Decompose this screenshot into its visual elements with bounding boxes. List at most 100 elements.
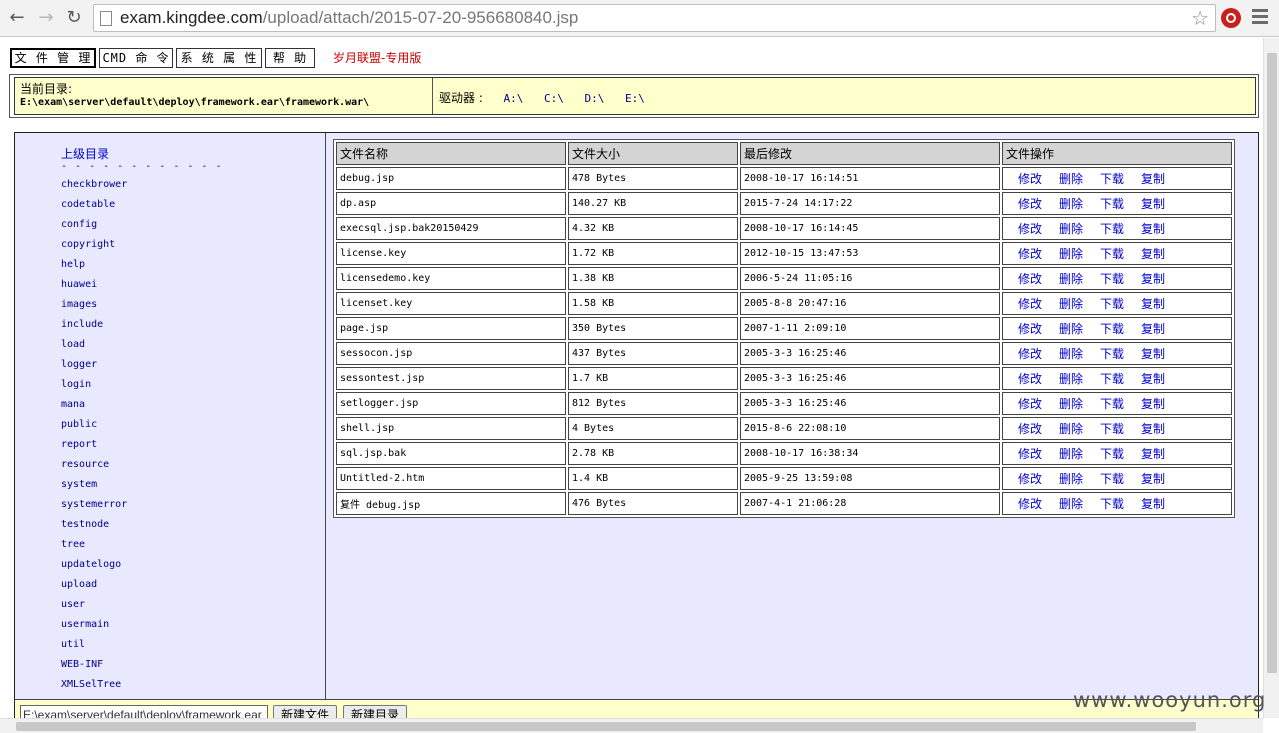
- delete-link[interactable]: 删除: [1059, 322, 1083, 336]
- copy-link[interactable]: 复制: [1141, 197, 1165, 211]
- edit-link[interactable]: 修改: [1018, 247, 1042, 261]
- download-link[interactable]: 下载: [1100, 322, 1124, 336]
- directory-link[interactable]: login: [61, 375, 127, 395]
- copy-link[interactable]: 复制: [1141, 472, 1165, 486]
- vertical-scroll-thumb[interactable]: [1267, 53, 1277, 673]
- directory-link[interactable]: help: [61, 255, 127, 275]
- copy-link[interactable]: 复制: [1141, 347, 1165, 361]
- horizontal-scrollbar[interactable]: [0, 718, 1263, 733]
- download-link[interactable]: 下载: [1100, 172, 1124, 186]
- edit-link[interactable]: 修改: [1018, 397, 1042, 411]
- directory-link[interactable]: load: [61, 335, 127, 355]
- directory-link[interactable]: systemerror: [61, 495, 127, 515]
- bookmark-star-icon[interactable]: ☆: [1191, 6, 1209, 30]
- cmd-command-button[interactable]: CMD 命 令: [99, 48, 173, 68]
- browser-menu-icon[interactable]: [1252, 9, 1268, 27]
- new-file-button[interactable]: 新建文件: [273, 705, 338, 718]
- download-link[interactable]: 下载: [1100, 497, 1124, 511]
- copy-link[interactable]: 复制: [1141, 397, 1165, 411]
- edit-link[interactable]: 修改: [1018, 447, 1042, 461]
- download-link[interactable]: 下载: [1100, 247, 1124, 261]
- copy-link[interactable]: 复制: [1141, 222, 1165, 236]
- copy-link[interactable]: 复制: [1141, 297, 1165, 311]
- delete-link[interactable]: 删除: [1059, 347, 1083, 361]
- directory-link[interactable]: util: [61, 635, 127, 655]
- new-directory-button[interactable]: 新建目录: [343, 705, 408, 718]
- directory-link[interactable]: XMLSelTree: [61, 675, 127, 695]
- edit-link[interactable]: 修改: [1018, 272, 1042, 286]
- download-link[interactable]: 下载: [1100, 347, 1124, 361]
- edit-link[interactable]: 修改: [1018, 472, 1042, 486]
- edit-link[interactable]: 修改: [1018, 222, 1042, 236]
- directory-link[interactable]: logger: [61, 355, 127, 375]
- directory-link[interactable]: testnode: [61, 515, 127, 535]
- directory-link[interactable]: tree: [61, 535, 127, 555]
- copy-link[interactable]: 复制: [1141, 497, 1165, 511]
- directory-link[interactable]: WEB-INF: [61, 655, 127, 675]
- download-link[interactable]: 下载: [1100, 297, 1124, 311]
- delete-link[interactable]: 删除: [1059, 397, 1083, 411]
- copy-link[interactable]: 复制: [1141, 422, 1165, 436]
- download-link[interactable]: 下载: [1100, 422, 1124, 436]
- directory-link[interactable]: updatelogo: [61, 555, 127, 575]
- copy-link[interactable]: 复制: [1141, 447, 1165, 461]
- edit-link[interactable]: 修改: [1018, 497, 1042, 511]
- copy-link[interactable]: 复制: [1141, 247, 1165, 261]
- directory-link[interactable]: public: [61, 415, 127, 435]
- directory-link[interactable]: images: [61, 295, 127, 315]
- directory-link[interactable]: mana: [61, 395, 127, 415]
- back-arrow-icon[interactable]: ←: [5, 6, 29, 30]
- delete-link[interactable]: 删除: [1059, 372, 1083, 386]
- drive-d-link[interactable]: D:\: [584, 92, 604, 105]
- delete-link[interactable]: 删除: [1059, 472, 1083, 486]
- file-manager-button[interactable]: 文 件 管 理: [10, 48, 96, 68]
- directory-link[interactable]: codetable: [61, 195, 127, 215]
- edit-link[interactable]: 修改: [1018, 322, 1042, 336]
- delete-link[interactable]: 删除: [1059, 197, 1083, 211]
- copy-link[interactable]: 复制: [1141, 172, 1165, 186]
- url-text[interactable]: exam.kingdee.com/upload/attach/2015-07-2…: [120, 8, 578, 28]
- directory-link[interactable]: user: [61, 595, 127, 615]
- edit-link[interactable]: 修改: [1018, 422, 1042, 436]
- drive-a-link[interactable]: A:\: [503, 92, 523, 105]
- copy-link[interactable]: 复制: [1141, 272, 1165, 286]
- system-properties-button[interactable]: 系 统 属 性: [176, 48, 262, 68]
- delete-link[interactable]: 删除: [1059, 297, 1083, 311]
- power-extension-icon[interactable]: [1221, 8, 1241, 28]
- directory-link[interactable]: report: [61, 435, 127, 455]
- directory-link[interactable]: config: [61, 215, 127, 235]
- edit-link[interactable]: 修改: [1018, 172, 1042, 186]
- edit-link[interactable]: 修改: [1018, 197, 1042, 211]
- new-item-path-input[interactable]: [20, 705, 268, 718]
- delete-link[interactable]: 删除: [1059, 422, 1083, 436]
- delete-link[interactable]: 删除: [1059, 447, 1083, 461]
- edit-link[interactable]: 修改: [1018, 372, 1042, 386]
- delete-link[interactable]: 删除: [1059, 272, 1083, 286]
- copy-link[interactable]: 复制: [1141, 372, 1165, 386]
- drive-c-link[interactable]: C:\: [544, 92, 564, 105]
- download-link[interactable]: 下载: [1100, 397, 1124, 411]
- download-link[interactable]: 下载: [1100, 197, 1124, 211]
- delete-link[interactable]: 删除: [1059, 222, 1083, 236]
- edit-link[interactable]: 修改: [1018, 297, 1042, 311]
- download-link[interactable]: 下载: [1100, 222, 1124, 236]
- directory-link[interactable]: resource: [61, 455, 127, 475]
- drive-e-link[interactable]: E:\: [625, 92, 645, 105]
- download-link[interactable]: 下载: [1100, 272, 1124, 286]
- address-bar[interactable]: exam.kingdee.com/upload/attach/2015-07-2…: [93, 4, 1216, 32]
- reload-icon[interactable]: ↻: [62, 6, 86, 30]
- directory-link[interactable]: system: [61, 475, 127, 495]
- download-link[interactable]: 下载: [1100, 447, 1124, 461]
- directory-link[interactable]: copyright: [61, 235, 127, 255]
- download-link[interactable]: 下载: [1100, 472, 1124, 486]
- delete-link[interactable]: 删除: [1059, 172, 1083, 186]
- vertical-scrollbar[interactable]: [1263, 38, 1279, 718]
- directory-link[interactable]: huawei: [61, 275, 127, 295]
- directory-link[interactable]: include: [61, 315, 127, 335]
- delete-link[interactable]: 删除: [1059, 247, 1083, 261]
- copy-link[interactable]: 复制: [1141, 322, 1165, 336]
- directory-link[interactable]: usermain: [61, 615, 127, 635]
- delete-link[interactable]: 删除: [1059, 497, 1083, 511]
- horizontal-scroll-thumb[interactable]: [16, 722, 1196, 731]
- parent-directory-link[interactable]: 上级目录: [61, 145, 109, 162]
